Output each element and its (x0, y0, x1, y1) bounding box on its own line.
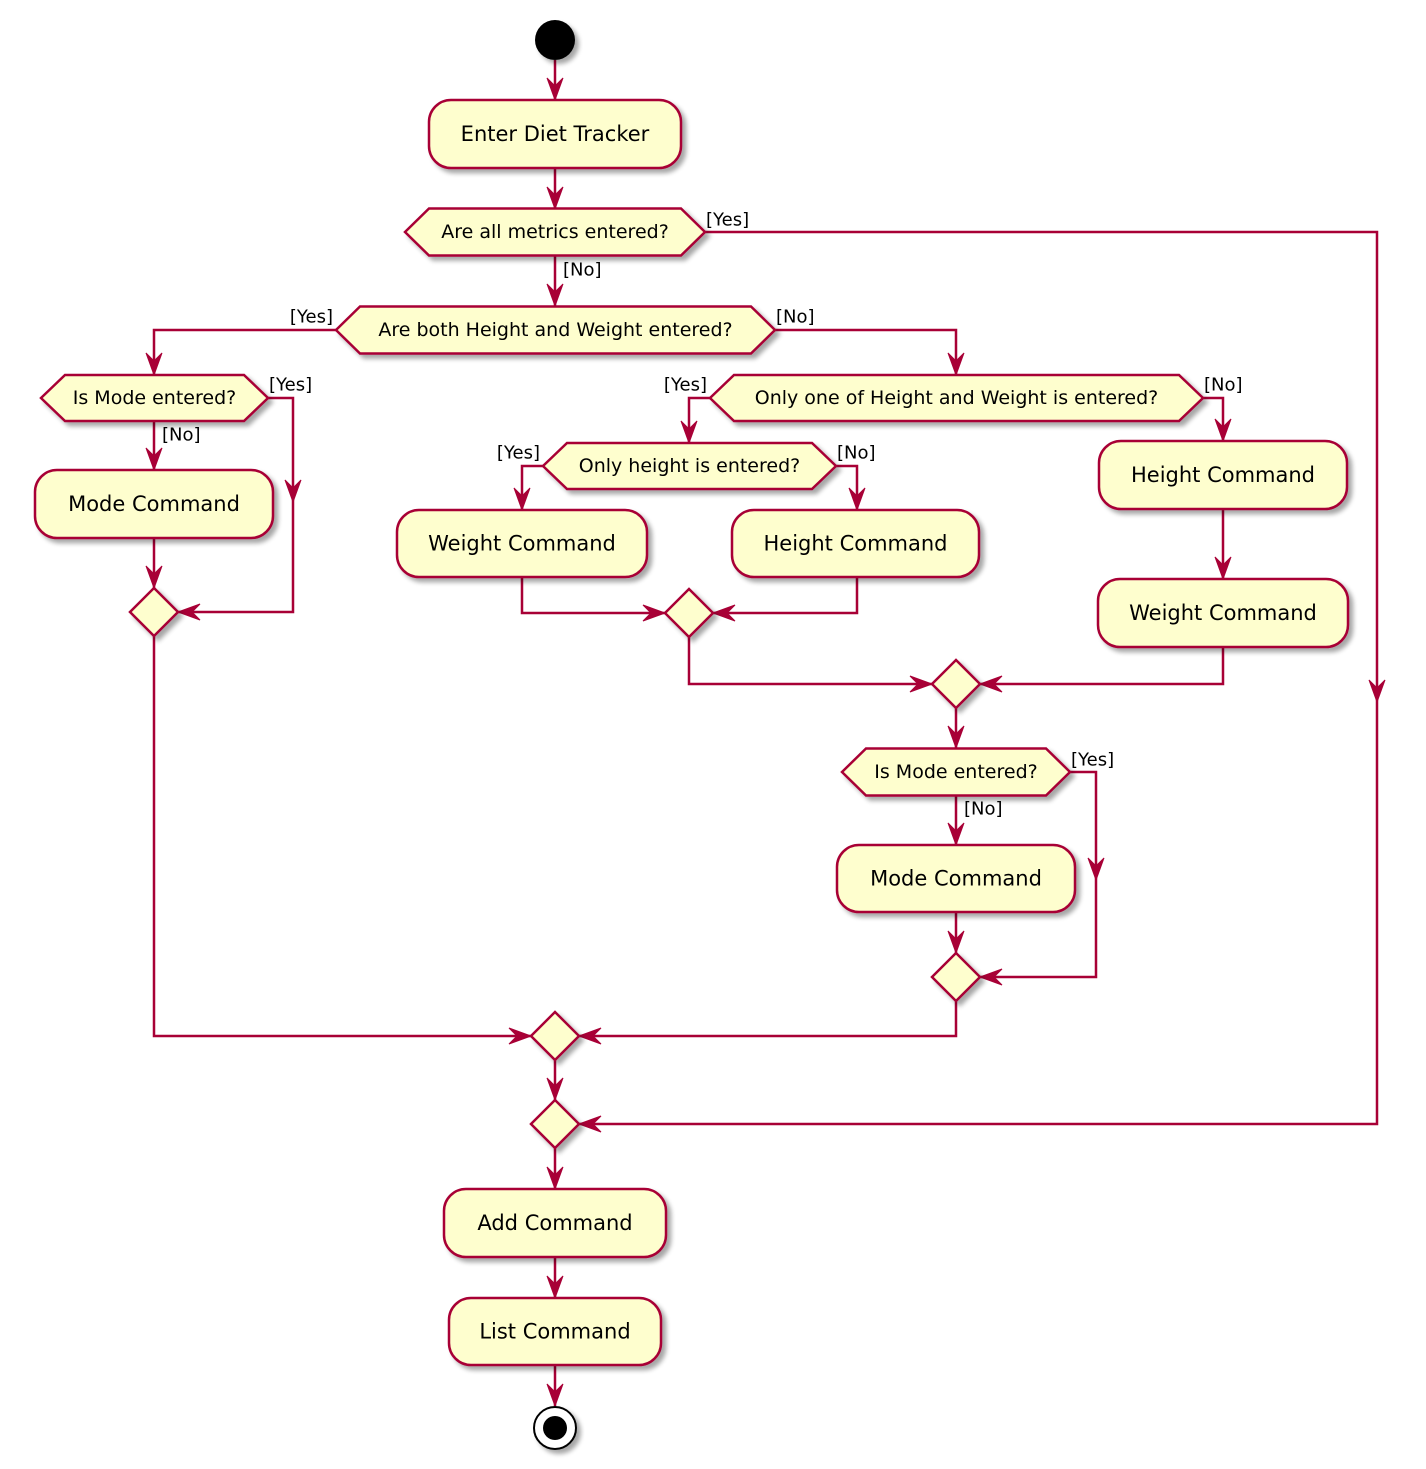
action-label: Mode Command (870, 867, 1042, 891)
decision-all-metrics: Are all metrics entered? (403, 207, 707, 257)
flow-edge (687, 637, 932, 686)
action-mode-cmd-left: Mode Command (33, 468, 275, 540)
action-label: Mode Command (68, 492, 240, 516)
decision-label: Are both Height and Weight entered? (378, 319, 732, 341)
decision-label: Is Mode entered? (874, 761, 1037, 783)
guard-label: [Yes] (269, 375, 312, 396)
guard-label: [Yes] (290, 307, 333, 328)
guard-label: [No] (964, 799, 1003, 820)
flow-edge (713, 577, 859, 615)
merge-node (930, 658, 982, 710)
flow-edge (775, 328, 958, 375)
activity-diagram: Enter Diet Tracker Are all metrics entere… (33, 20, 1386, 1450)
action-add-cmd: Add Command (442, 1187, 668, 1259)
action-label: Weight Command (428, 532, 616, 556)
decision-mode-left: Is Mode entered? (39, 373, 270, 423)
merge-node (128, 586, 180, 638)
merge-node (529, 1098, 581, 1150)
decision-only-one: Only one of Height and Weight is entered… (708, 373, 1205, 423)
action-height-cmd-mid: Height Command (730, 508, 981, 579)
action-label: Add Command (477, 1211, 632, 1235)
guard-label: [No] (776, 307, 815, 328)
flow-edge (579, 1001, 958, 1038)
flow-edge (1203, 396, 1225, 441)
flow-edge (520, 464, 543, 510)
action-list-cmd: List Command (447, 1296, 663, 1367)
action-label: List Command (479, 1320, 630, 1344)
guard-label: [No] (162, 425, 201, 446)
decision-only-height: Only height is entered? (541, 441, 838, 491)
guard-label: [No] (837, 443, 876, 464)
flow-edge (152, 636, 531, 1038)
start-node (535, 20, 575, 60)
guard-label: [Yes] (706, 210, 749, 231)
flow-edge (152, 328, 336, 375)
guard-label: [Yes] (497, 443, 540, 464)
action-label: Enter Diet Tracker (461, 122, 650, 146)
action-label: Height Command (1131, 463, 1315, 487)
decision-label: Are all metrics entered? (441, 221, 669, 243)
flow-edge (579, 230, 1379, 1126)
flow-edge (687, 396, 710, 443)
action-weight-cmd-mid: Weight Command (395, 508, 649, 579)
guard-label: [No] (563, 260, 602, 281)
decision-mode-right: Is Mode entered? (840, 747, 1072, 797)
action-weight-cmd-right: Weight Command (1096, 577, 1350, 649)
flow-edge (836, 464, 859, 510)
action-label: Weight Command (1129, 601, 1317, 625)
flow-edge (980, 647, 1225, 686)
guard-label: [Yes] (1071, 750, 1114, 771)
decision-label: Only one of Height and Weight is entered… (755, 387, 1159, 409)
action-enter: Enter Diet Tracker (427, 98, 683, 170)
decision-label: Only height is entered? (579, 455, 800, 477)
guard-label: [Yes] (664, 375, 707, 396)
decision-label: Is Mode entered? (73, 387, 236, 409)
action-label: Height Command (763, 532, 947, 556)
flow-edge (520, 577, 665, 615)
merge-node (529, 1010, 581, 1062)
merge-node (930, 951, 982, 1003)
end-node (533, 1406, 577, 1450)
action-mode-cmd-right: Mode Command (835, 843, 1077, 914)
decision-both-hw: Are both Height and Weight entered? (334, 305, 777, 355)
merge-node (663, 587, 715, 639)
action-height-cmd-right: Height Command (1097, 439, 1349, 511)
guard-label: [No] (1204, 375, 1243, 396)
